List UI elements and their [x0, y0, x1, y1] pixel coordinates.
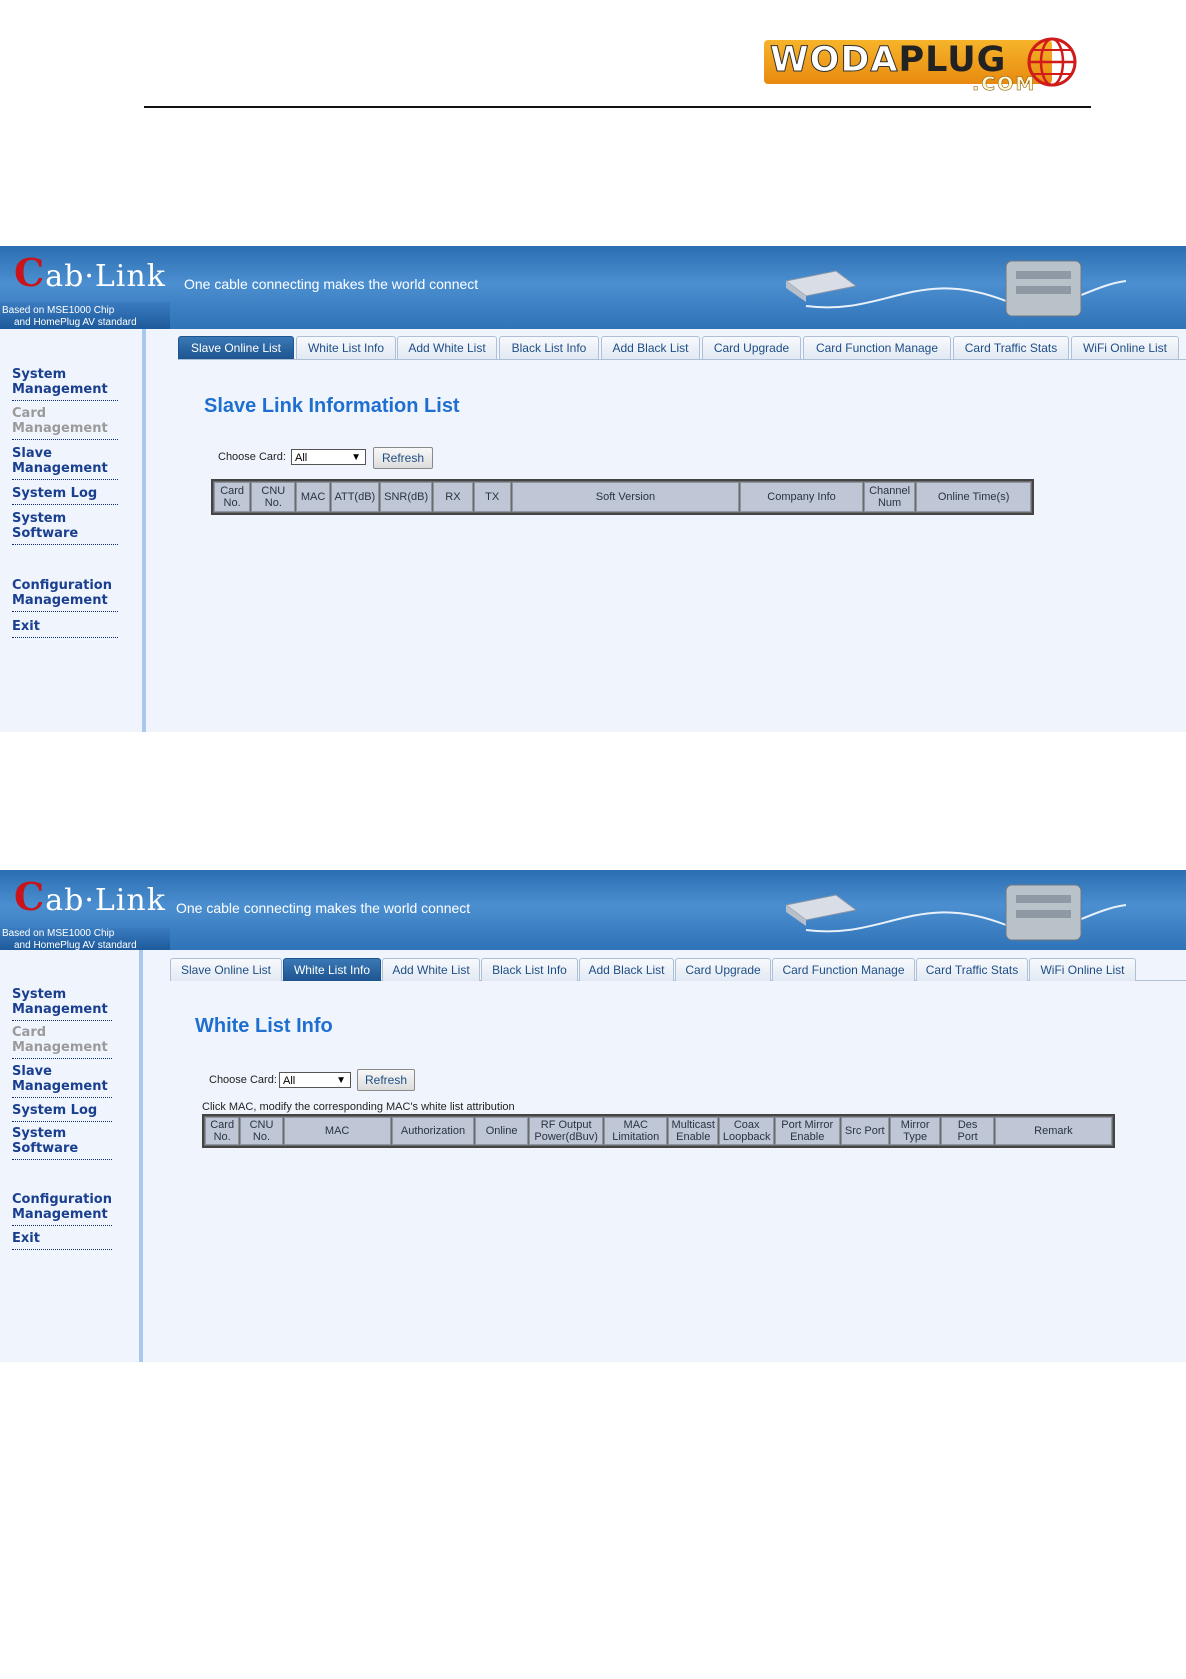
- col-coax-loopback: Coax Loopback: [719, 1117, 774, 1145]
- tab-card-traffic-stats[interactable]: Card Traffic Stats: [953, 336, 1069, 359]
- menu-exit[interactable]: Exit: [12, 1231, 112, 1250]
- sidebar: System Management Card Management Slave Man…: [0, 950, 143, 1362]
- header-divider: [144, 106, 1091, 108]
- tab-slave-online-list[interactable]: Slave Online List: [170, 958, 282, 981]
- refresh-button[interactable]: Refresh: [357, 1069, 415, 1091]
- col-cnu-no: CNU No.: [240, 1117, 283, 1145]
- col-port-mirror-enable: Port Mirror Enable: [774, 1117, 840, 1145]
- tab-add-black-list[interactable]: Add Black List: [579, 958, 674, 981]
- refresh-button[interactable]: Refresh: [373, 447, 433, 469]
- col-des-port: Des Port: [941, 1117, 994, 1145]
- standard-note: Based on MSE1000 Chip and HomePlug AV sta…: [0, 302, 170, 329]
- tab-card-upgrade[interactable]: Card Upgrade: [702, 336, 801, 359]
- white-list-hint: Click MAC, modify the corresponding MAC'…: [202, 1101, 515, 1113]
- chevron-down-icon: ▼: [336, 1075, 346, 1086]
- banner: Cab·Link Based on MSE1000 Chip and HomePl…: [0, 246, 1186, 329]
- tab-card-upgrade[interactable]: Card Upgrade: [675, 958, 771, 981]
- menu-system-software[interactable]: System Software: [12, 511, 118, 545]
- menu-slave-management[interactable]: Slave Management: [12, 1064, 112, 1098]
- tab-white-list-info[interactable]: White List Info: [283, 958, 381, 981]
- col-src-port: Src Port: [840, 1117, 889, 1145]
- page-title: White List Info: [195, 1015, 333, 1037]
- tab-white-list-info[interactable]: White List Info: [296, 336, 396, 359]
- tab-card-traffic-stats[interactable]: Card Traffic Stats: [916, 958, 1028, 981]
- col-mirror-type: Mirror Type: [889, 1117, 941, 1145]
- slogan: One cable connecting makes the world con…: [176, 900, 471, 916]
- menu-system-software[interactable]: System Software: [12, 1126, 112, 1160]
- menu-card-management[interactable]: Card Management: [12, 406, 118, 440]
- slave-list-table: Card No. CNU No. MAC ATT(dB) SNR(dB) RX TX…: [211, 479, 1034, 515]
- menu-system-log[interactable]: System Log: [12, 486, 118, 505]
- sidebar: System Management Card Management Slave Man…: [0, 329, 146, 732]
- cablink-logo: Cab·Link: [14, 874, 166, 919]
- devices-illustration: [784, 260, 1127, 317]
- tab-black-list-info[interactable]: Black List Info: [499, 336, 599, 359]
- menu-system-management[interactable]: System Management: [12, 367, 118, 401]
- tab-add-white-list[interactable]: Add White List: [397, 336, 497, 359]
- devices-illustration: [784, 884, 1127, 941]
- col-rf-output-power: RF Output Power(dBuv): [528, 1117, 604, 1145]
- tab-add-white-list[interactable]: Add White List: [382, 958, 480, 981]
- standard-note: Based on MSE1000 Chip and HomePlug AV sta…: [0, 928, 170, 950]
- tab-wifi-online-list[interactable]: WiFi Online List: [1029, 958, 1136, 981]
- menu-exit[interactable]: Exit: [12, 619, 118, 638]
- col-multicast-enable: Multicast Enable: [668, 1117, 719, 1145]
- col-snr: SNR(dB): [379, 482, 433, 512]
- table-header-row: Card No. CNU No. MAC Authorization Online …: [205, 1117, 1112, 1145]
- choose-card-label: Choose Card:: [209, 1074, 277, 1086]
- white-list-table: Card No. CNU No. MAC Authorization Online …: [202, 1114, 1115, 1148]
- tab-add-black-list[interactable]: Add Black List: [601, 336, 700, 359]
- col-mac: MAC: [283, 1117, 391, 1145]
- col-cnu-no: CNU No.: [251, 482, 296, 512]
- page-title: Slave Link Information List: [204, 395, 460, 417]
- col-channel-num: Channel Num: [863, 482, 916, 512]
- col-mac: MAC: [296, 482, 330, 512]
- tab-slave-online-list[interactable]: Slave Online List: [178, 336, 294, 359]
- col-mac-limitation: MAC Limitation: [604, 1117, 668, 1145]
- choose-card-select[interactable]: All ▼: [291, 449, 366, 465]
- col-online: Online: [475, 1117, 528, 1145]
- wodaplug-logo: WODAPLUG .COM: [764, 36, 1082, 95]
- menu-slave-management[interactable]: Slave Management: [12, 446, 118, 480]
- screenshot-white-list-info: Cab·Link Based on MSE1000 Chip and HomePl…: [0, 870, 1186, 1362]
- chevron-down-icon: ▼: [351, 452, 361, 463]
- menu-system-log[interactable]: System Log: [12, 1103, 112, 1122]
- document-header: WODAPLUG .COM: [0, 0, 1186, 120]
- banner: Cab·Link Based on MSE1000 Chip and HomePl…: [0, 870, 1186, 950]
- col-card-no: Card No.: [214, 482, 251, 512]
- table-header-row: Card No. CNU No. MAC ATT(dB) SNR(dB) RX TX…: [214, 482, 1031, 512]
- menu-system-management[interactable]: System Management: [12, 987, 112, 1021]
- col-online-time: Online Time(s): [916, 482, 1031, 512]
- logo-word-left: WODA: [770, 40, 899, 81]
- choose-card-select[interactable]: All ▼: [279, 1072, 351, 1088]
- col-soft-version: Soft Version: [511, 482, 740, 512]
- col-rx: RX: [433, 482, 473, 512]
- col-authorization: Authorization: [391, 1117, 475, 1145]
- choose-card-label: Choose Card:: [218, 451, 286, 463]
- menu-configuration-management[interactable]: Configuration Management: [12, 1192, 112, 1226]
- col-att: ATT(dB): [330, 482, 379, 512]
- tab-wifi-online-list[interactable]: WiFi Online List: [1071, 336, 1179, 359]
- tab-card-function-manage[interactable]: Card Function Manage: [803, 336, 951, 359]
- col-remark: Remark: [994, 1117, 1112, 1145]
- col-card-no: Card No.: [205, 1117, 240, 1145]
- tab-black-list-info[interactable]: Black List Info: [481, 958, 578, 981]
- col-company-info: Company Info: [740, 482, 863, 512]
- col-tx: TX: [473, 482, 511, 512]
- globe-icon: [1027, 37, 1077, 87]
- slogan: One cable connecting makes the world con…: [184, 276, 479, 292]
- tab-card-function-manage[interactable]: Card Function Manage: [772, 958, 915, 981]
- screenshot-slave-online-list: Cab·Link Based on MSE1000 Chip and HomePl…: [0, 246, 1186, 732]
- menu-card-management[interactable]: Card Management: [12, 1025, 112, 1059]
- cablink-logo: Cab·Link: [14, 250, 166, 295]
- menu-configuration-management[interactable]: Configuration Management: [12, 578, 118, 612]
